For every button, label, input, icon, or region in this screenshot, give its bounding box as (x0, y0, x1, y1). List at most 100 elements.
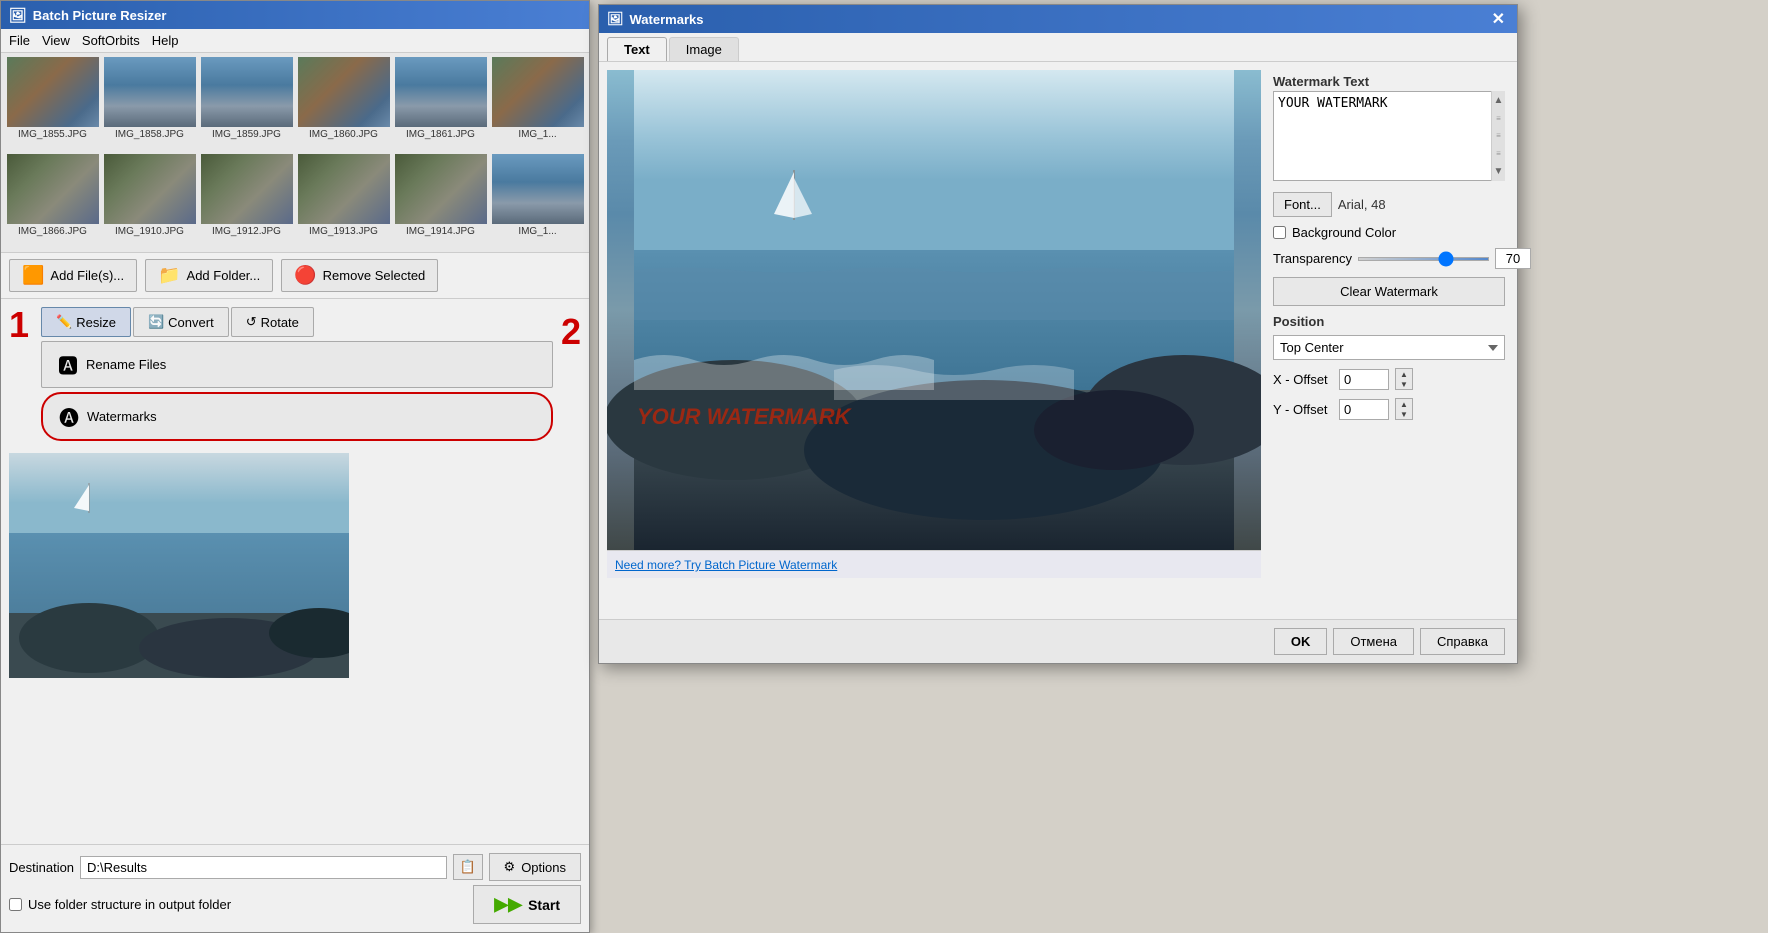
preview-svg (9, 453, 349, 678)
menu-softorbits[interactable]: SoftOrbits (82, 33, 140, 48)
list-item[interactable]: IMG_1910.JPG (102, 154, 197, 249)
y-offset-row: Y - Offset ▲ ▼ (1273, 398, 1505, 420)
text-scrollbar[interactable]: ▲ ≡ ≡ ≡ ▼ (1491, 91, 1505, 181)
menu-file[interactable]: File (9, 33, 30, 48)
x-offset-up[interactable]: ▲ (1396, 369, 1412, 379)
list-item[interactable]: IMG_1914.JPG (393, 154, 488, 249)
thumbnail-label: IMG_1912.JPG (212, 226, 281, 237)
background-color-row: Background Color (1273, 225, 1505, 240)
destination-input[interactable] (80, 856, 446, 879)
app-title-bar: 🖼 Batch Picture Resizer (1, 1, 589, 29)
options-button[interactable]: ⚙ Options (489, 853, 581, 881)
tab-text[interactable]: Text (607, 37, 667, 61)
cancel-button[interactable]: Отмена (1333, 628, 1414, 655)
ok-button[interactable]: OK (1274, 628, 1328, 655)
remove-selected-label: Remove Selected (323, 268, 426, 283)
transparency-row: Transparency (1273, 248, 1505, 269)
list-item[interactable]: IMG_1913.JPG (296, 154, 391, 249)
watermarks-button[interactable]: 🅐 Watermarks (41, 392, 553, 441)
list-item[interactable]: IMG_1855.JPG (5, 57, 100, 152)
position-dropdown[interactable]: Top Left Top Center Top Right Center Lef… (1273, 335, 1505, 360)
start-button[interactable]: ▶▶ Start (473, 885, 581, 924)
list-item[interactable]: IMG_1... (490, 154, 585, 249)
watermark-preview-svg (607, 70, 1261, 550)
dialog-tabs: Text Image (599, 33, 1517, 62)
list-item[interactable]: IMG_1861.JPG (393, 57, 488, 152)
scroll-down-arrow[interactable]: ▼ (1494, 166, 1504, 177)
x-offset-label: X - Offset (1273, 372, 1333, 387)
y-offset-down[interactable]: ▼ (1396, 409, 1412, 419)
add-files-label: Add File(s)... (50, 268, 124, 283)
tab-resize[interactable]: ✏️ Resize (41, 307, 131, 337)
watermark-text-textarea[interactable] (1273, 91, 1505, 181)
convert-icon: 🔄 (148, 314, 164, 330)
thumbnail-strip: IMG_1855.JPG IMG_1858.JPG IMG_1859.JPG I… (1, 53, 589, 253)
clear-watermark-button[interactable]: Clear Watermark (1273, 277, 1505, 306)
position-label: Position (1273, 314, 1505, 329)
folder-structure-row: Use folder structure in output folder (9, 897, 231, 912)
y-offset-input[interactable] (1339, 399, 1389, 420)
list-item[interactable]: IMG_1860.JPG (296, 57, 391, 152)
y-offset-up[interactable]: ▲ (1396, 399, 1412, 409)
dialog-close-button[interactable]: ✕ (1488, 9, 1509, 29)
batch-watermark-link[interactable]: Need more? Try Batch Picture Watermark (615, 558, 837, 572)
link-bar: Need more? Try Batch Picture Watermark (607, 550, 1261, 578)
font-button[interactable]: Font... (1273, 192, 1332, 217)
rename-files-button[interactable]: 🅰 Rename Files (41, 341, 553, 388)
thumbnail-image (395, 154, 487, 224)
add-files-button[interactable]: 🟧 Add File(s)... (9, 259, 137, 292)
thumbnail-label: IMG_1861.JPG (406, 129, 475, 140)
convert-label: Convert (168, 315, 214, 330)
dialog-icon: 🖼 (607, 11, 624, 27)
thumbnail-image (104, 154, 196, 224)
destination-label: Destination (9, 860, 74, 875)
background-color-checkbox[interactable] (1273, 226, 1286, 239)
list-item[interactable]: IMG_1858.JPG (102, 57, 197, 152)
scroll-up-arrow[interactable]: ▲ (1494, 95, 1504, 106)
main-app-window: 🖼 Batch Picture Resizer File View SoftOr… (0, 0, 590, 933)
rotate-icon: ↺ (246, 314, 257, 330)
thumbnail-label: IMG_1866.JPG (18, 226, 87, 237)
tab-rotate[interactable]: ↺ Rotate (231, 307, 314, 337)
step1-number: 1 (9, 307, 29, 441)
menu-help[interactable]: Help (152, 33, 179, 48)
gear-icon: ⚙ (504, 859, 516, 875)
tab-text-label: Text (624, 42, 650, 57)
preview-area (1, 449, 589, 682)
tab-convert[interactable]: 🔄 Convert (133, 307, 229, 337)
font-display: Arial, 48 (1338, 197, 1386, 212)
tab-image[interactable]: Image (669, 37, 739, 61)
destination-area: Destination 📋 ⚙ Options Use folder struc… (1, 844, 589, 932)
menu-view[interactable]: View (42, 33, 70, 48)
thumbnail-label: IMG_1913.JPG (309, 226, 378, 237)
step1-buttons: ✏️ Resize 🔄 Convert ↺ Rotate 🅰 Rename Fi… (41, 307, 553, 441)
list-item[interactable]: IMG_1859.JPG (199, 57, 294, 152)
x-offset-down[interactable]: ▼ (1396, 379, 1412, 389)
remove-icon: 🔴 (294, 265, 316, 286)
folder-structure-label: Use folder structure in output folder (28, 897, 231, 912)
app-icon: 🖼 (9, 7, 27, 24)
remove-selected-button[interactable]: 🔴 Remove Selected (281, 259, 438, 292)
thumbnail-image (492, 57, 584, 127)
watermarks-dialog: 🖼 Watermarks ✕ Text Image (598, 4, 1518, 664)
watermarks-label: Watermarks (87, 409, 157, 424)
add-folder-button[interactable]: 📁 Add Folder... (145, 259, 273, 292)
start-icon: ▶▶ (494, 894, 522, 915)
thumbnail-label: IMG_1910.JPG (115, 226, 184, 237)
help-button[interactable]: Справка (1420, 628, 1505, 655)
thumbnail-image (298, 154, 390, 224)
steps-area: 1 ✏️ Resize 🔄 Convert ↺ Rotate 🅰 (1, 299, 589, 449)
folder-structure-checkbox[interactable] (9, 898, 22, 911)
list-item[interactable]: IMG_1912.JPG (199, 154, 294, 249)
dialog-body: YOUR WATERMARK Need more? Try Batch Pict… (599, 62, 1517, 610)
destination-browse-button[interactable]: 📋 (453, 854, 483, 880)
list-item[interactable]: IMG_1... (490, 57, 585, 152)
transparency-value[interactable] (1495, 248, 1531, 269)
step2-number: 2 (561, 307, 581, 441)
thumbnail-image (201, 154, 293, 224)
destination-row: Destination 📋 ⚙ Options (9, 853, 581, 881)
transparency-slider[interactable] (1358, 257, 1489, 261)
list-item[interactable]: IMG_1866.JPG (5, 154, 100, 249)
x-offset-input[interactable] (1339, 369, 1389, 390)
thumbnail-image (7, 57, 99, 127)
